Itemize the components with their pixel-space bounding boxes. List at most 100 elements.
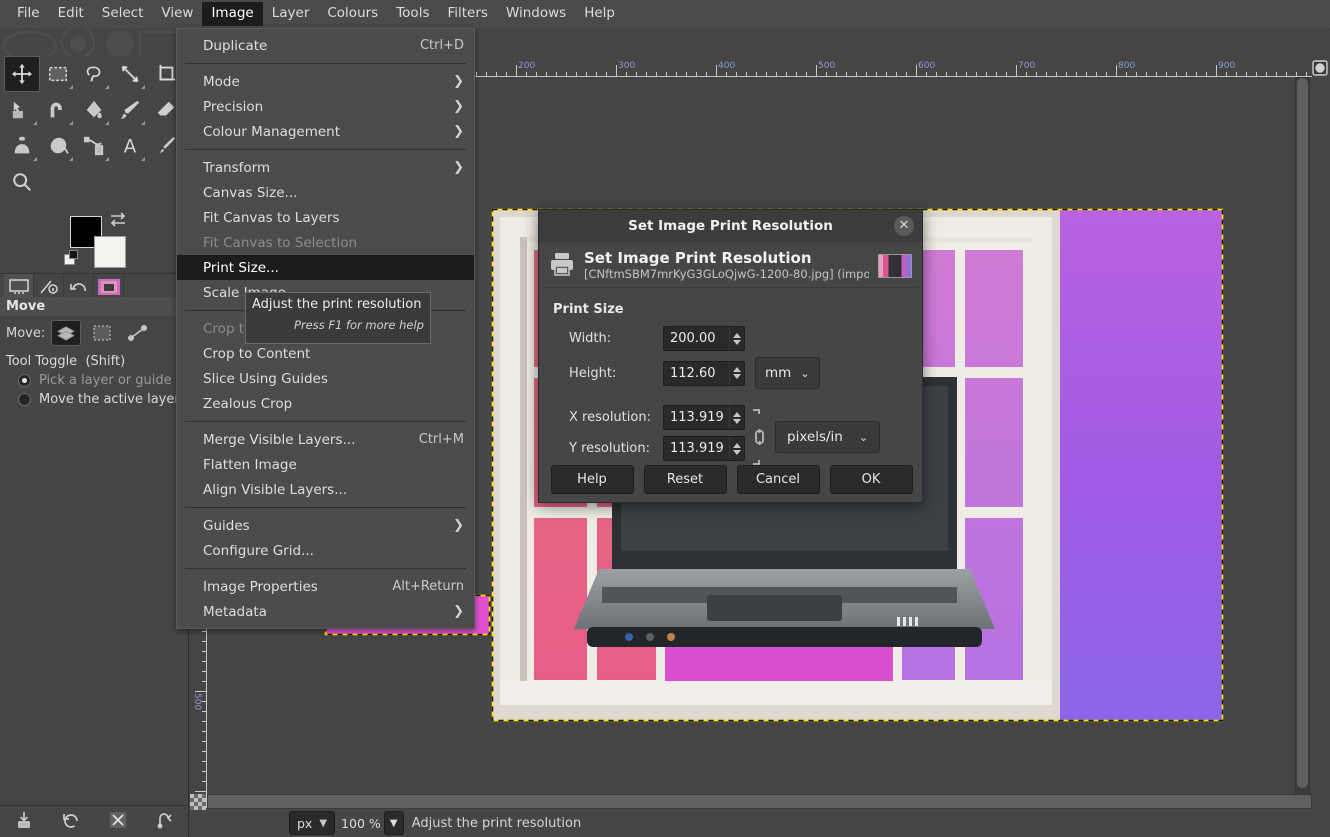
- reset-tool-options-icon[interactable]: [156, 811, 174, 833]
- height-value[interactable]: 112.60: [664, 366, 729, 381]
- x-resolution-spinner[interactable]: 113.919: [663, 405, 745, 430]
- y-resolution-spinner[interactable]: 113.919: [663, 436, 745, 461]
- free-select-tool[interactable]: [76, 56, 112, 92]
- x-resolution-stepper[interactable]: [729, 406, 744, 429]
- fuzzy-select-tool[interactable]: [112, 56, 148, 92]
- zoom-dropdown-button[interactable]: ▼: [383, 811, 404, 835]
- menu-tools[interactable]: Tools: [387, 2, 438, 27]
- unit-selector[interactable]: px ▼: [289, 811, 336, 835]
- status-message: Adjust the print resolution: [411, 815, 582, 831]
- quickmask-toggle[interactable]: [190, 794, 206, 810]
- vertical-scrollbar[interactable]: [1295, 77, 1310, 808]
- menu-view[interactable]: View: [152, 2, 202, 27]
- width-spinner[interactable]: 200.00: [663, 326, 745, 351]
- menu-item-configure-grid[interactable]: Configure Grid...: [177, 538, 474, 563]
- y-resolution-value[interactable]: 113.919: [664, 441, 729, 456]
- menu-item-canvas-size[interactable]: Canvas Size...: [177, 180, 474, 205]
- ruler-label: 700: [1018, 61, 1036, 71]
- bucket-fill-tool[interactable]: [76, 92, 112, 128]
- unified-transform-tool[interactable]: [4, 92, 40, 128]
- paths-tool[interactable]: [76, 128, 112, 164]
- swap-colors-icon[interactable]: [109, 212, 127, 232]
- menu-item-duplicate[interactable]: Duplicate Ctrl+D: [177, 33, 474, 58]
- radio-move-the-active-layer[interactable]: Move the active layer: [0, 390, 189, 409]
- menu-item-align-visible-layers[interactable]: Align Visible Layers...: [177, 477, 474, 502]
- menu-item-image-properties[interactable]: Image Properties Alt+Return: [177, 574, 474, 599]
- menu-select[interactable]: Select: [93, 2, 153, 27]
- menu-item-guides[interactable]: Guides ❯: [177, 513, 474, 538]
- help-button[interactable]: Help: [550, 465, 634, 494]
- radio-indicator: [18, 374, 31, 387]
- clone-tool[interactable]: [4, 128, 40, 164]
- menu-filters[interactable]: Filters: [438, 2, 496, 27]
- move-selection-mode-button[interactable]: [87, 320, 117, 346]
- rectangle-select-tool[interactable]: [40, 56, 76, 92]
- zoom-entry[interactable]: 100 %: [335, 811, 384, 835]
- size-unit-value: mm: [765, 365, 792, 381]
- move-path-mode-button[interactable]: [123, 320, 153, 346]
- radio-pick-a-layer-or-guide[interactable]: Pick a layer or guide: [0, 371, 189, 390]
- menu-item-colour-management[interactable]: Colour Management ❯: [177, 119, 474, 144]
- save-tool-preset-icon[interactable]: [15, 811, 33, 833]
- gimp-window: File Edit Select View Image Layer Colour…: [0, 0, 1330, 837]
- width-value[interactable]: 200.00: [664, 331, 729, 346]
- menu-edit[interactable]: Edit: [49, 2, 93, 27]
- move-layer-mode-button[interactable]: [51, 320, 82, 346]
- menu-item-precision[interactable]: Precision ❯: [177, 94, 474, 119]
- delete-tool-preset-icon[interactable]: [109, 811, 127, 833]
- menu-item-zealous-crop[interactable]: Zealous Crop: [177, 391, 474, 416]
- menu-item-mode[interactable]: Mode ❯: [177, 69, 474, 94]
- move-tool[interactable]: [4, 56, 40, 92]
- menu-help[interactable]: Help: [575, 2, 624, 27]
- menu-item-transform[interactable]: Transform ❯: [177, 155, 474, 180]
- navigation-preview-button[interactable]: [1312, 60, 1328, 76]
- menu-item-fit-canvas-to-layers[interactable]: Fit Canvas to Layers: [177, 205, 474, 230]
- radio-indicator: [18, 393, 31, 406]
- background-color-swatch[interactable]: [94, 236, 126, 268]
- horizontal-scrollbar[interactable]: [207, 794, 1312, 809]
- menu-file[interactable]: File: [8, 2, 49, 27]
- close-icon[interactable]: ✕: [894, 216, 914, 236]
- chevron-right-icon: ❯: [453, 74, 464, 89]
- reset-button[interactable]: Reset: [643, 465, 727, 494]
- default-colors-icon[interactable]: [64, 250, 80, 266]
- ruler-label: 600: [918, 61, 936, 71]
- size-unit-select[interactable]: mm ⌄: [755, 357, 820, 389]
- menu-item-label: Fit Canvas to Layers: [203, 209, 340, 226]
- height-spinner[interactable]: 112.60: [663, 360, 745, 386]
- unit-selector-value: px: [297, 815, 313, 831]
- vertical-scrollbar-thumb[interactable]: [1297, 78, 1308, 788]
- menu-separator: [185, 568, 466, 569]
- menu-item-slice-using-guides[interactable]: Slice Using Guides: [177, 366, 474, 391]
- resolution-unit-select[interactable]: pixels/in ⌄: [775, 421, 881, 453]
- warp-transform-tool[interactable]: [40, 92, 76, 128]
- menu-item-accel: Ctrl+D: [419, 38, 464, 53]
- y-resolution-stepper[interactable]: [729, 437, 744, 460]
- menu-item-crop-to-content[interactable]: Crop to Content: [177, 341, 474, 366]
- menu-item-label: Precision: [203, 98, 264, 115]
- paintbrush-tool[interactable]: [112, 92, 148, 128]
- color-swatch-area[interactable]: [64, 212, 134, 272]
- menu-item-flatten-image[interactable]: Flatten Image: [177, 452, 474, 477]
- cancel-button[interactable]: Cancel: [736, 465, 820, 494]
- menu-item-metadata[interactable]: Metadata ❯: [177, 599, 474, 624]
- menu-item-label: Image Properties: [203, 578, 318, 595]
- text-tool[interactable]: A: [112, 128, 148, 164]
- menu-item-merge-visible-layers[interactable]: Merge Visible Layers... Ctrl+M: [177, 427, 474, 452]
- menu-layer[interactable]: Layer: [263, 2, 319, 27]
- menu-item-label: Metadata: [203, 603, 267, 620]
- x-resolution-value[interactable]: 113.919: [664, 410, 729, 425]
- restore-tool-preset-icon[interactable]: [62, 811, 80, 833]
- menu-image[interactable]: Image: [202, 1, 263, 27]
- ok-button[interactable]: OK: [829, 465, 913, 494]
- smudge-tool[interactable]: [40, 128, 76, 164]
- width-stepper[interactable]: [729, 327, 744, 350]
- dialog-titlebar[interactable]: Set Image Print Resolution ✕: [539, 210, 922, 242]
- chain-link-icon[interactable]: [749, 407, 771, 467]
- menu-colours[interactable]: Colours: [318, 2, 387, 27]
- zoom-tool[interactable]: [4, 164, 40, 200]
- menu-windows[interactable]: Windows: [497, 2, 575, 27]
- height-stepper[interactable]: [729, 361, 744, 385]
- menu-item-label: Print Size...: [203, 259, 279, 276]
- menu-item-print-size[interactable]: Print Size...: [177, 255, 474, 280]
